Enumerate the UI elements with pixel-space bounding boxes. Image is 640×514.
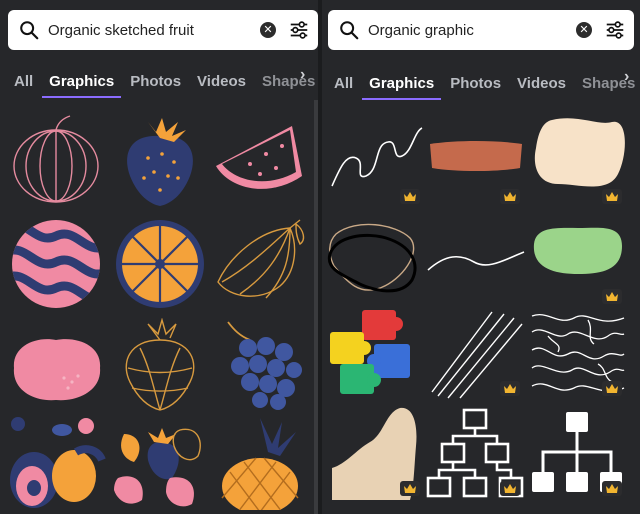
category-tabs: All Graphics Photos Videos Shapes xyxy=(14,64,318,98)
search-input[interactable] xyxy=(48,21,260,39)
premium-crown-icon xyxy=(602,189,622,204)
filter-icon[interactable] xyxy=(604,19,626,41)
orange-slice-graphic xyxy=(116,220,204,308)
wavy-line-graphic xyxy=(427,251,525,271)
graphic-tile[interactable] xyxy=(6,318,106,412)
tab-videos[interactable]: Videos xyxy=(197,73,246,98)
search-input[interactable] xyxy=(368,21,576,39)
onion-sketch-graphic xyxy=(13,115,99,203)
strawberry-graphic xyxy=(127,118,193,206)
premium-crown-icon xyxy=(500,381,520,396)
search-bar[interactable]: ✕ xyxy=(328,10,634,50)
premium-crown-icon xyxy=(602,381,622,396)
graphic-tile[interactable] xyxy=(326,406,426,500)
tab-all[interactable]: All xyxy=(334,75,353,100)
tabs-next-icon[interactable]: › xyxy=(300,66,305,84)
premium-crown-icon xyxy=(400,481,420,496)
category-tabs: All Graphics Photos Videos Shapes xyxy=(334,66,640,100)
puzzle-pieces-graphic xyxy=(330,310,410,394)
graphic-tile[interactable] xyxy=(528,406,628,500)
tabs-next-icon[interactable]: › xyxy=(624,68,629,86)
pomegranate-graphic xyxy=(13,339,101,401)
graphic-tile[interactable] xyxy=(210,416,310,510)
filter-icon[interactable] xyxy=(288,19,310,41)
tab-photos[interactable]: Photos xyxy=(130,73,181,98)
pineapple-graphic xyxy=(221,418,299,510)
graphic-tile[interactable] xyxy=(210,318,310,412)
clear-search-icon[interactable]: ✕ xyxy=(576,22,592,38)
graphic-tile[interactable] xyxy=(528,306,628,400)
tab-graphics[interactable]: Graphics xyxy=(362,75,442,100)
premium-crown-icon xyxy=(602,481,622,496)
graphic-tile[interactable] xyxy=(426,306,526,400)
graphic-tile[interactable] xyxy=(326,214,426,308)
strawberries-group-graphic xyxy=(114,428,201,507)
graphic-tile[interactable] xyxy=(6,114,106,208)
premium-crown-icon xyxy=(602,289,622,304)
pear-sketch-graphic xyxy=(217,219,305,299)
graphics-grid xyxy=(322,110,640,514)
premium-crown-icon xyxy=(400,189,420,204)
tab-graphics[interactable]: Graphics xyxy=(42,73,122,98)
tab-photos[interactable]: Photos xyxy=(450,75,501,100)
graphic-tile[interactable] xyxy=(326,306,426,400)
graphic-tile[interactable] xyxy=(210,216,310,310)
search-icon xyxy=(20,21,39,40)
graphics-grid xyxy=(0,108,318,514)
tab-videos[interactable]: Videos xyxy=(517,75,566,100)
fruit-collage-graphic xyxy=(10,417,106,508)
striped-watermelon-graphic xyxy=(12,220,100,308)
graphic-tile[interactable] xyxy=(326,114,426,208)
grapes-graphic xyxy=(227,321,302,410)
graphic-tile[interactable] xyxy=(110,216,210,310)
search-icon xyxy=(340,21,359,40)
graphic-tile[interactable] xyxy=(210,114,310,208)
graphic-tile[interactable] xyxy=(6,416,106,510)
watermelon-slice-graphic xyxy=(216,126,302,189)
strawberry-sketch-graphic xyxy=(125,318,195,411)
graphic-tile[interactable] xyxy=(6,216,106,310)
right-panel: ✕ All Graphics Photos Videos Shapes › xyxy=(322,0,640,514)
graphic-tile[interactable] xyxy=(426,406,526,500)
graphic-tile[interactable] xyxy=(426,214,526,308)
graphic-tile[interactable] xyxy=(528,214,628,308)
tab-all[interactable]: All xyxy=(14,73,33,98)
outline-blobs-graphic xyxy=(327,223,417,293)
clear-search-icon[interactable]: ✕ xyxy=(260,22,276,38)
graphic-tile[interactable] xyxy=(110,318,210,412)
tab-shapes[interactable]: Shapes xyxy=(262,73,315,98)
search-bar[interactable]: ✕ xyxy=(8,10,318,50)
graphic-tile[interactable] xyxy=(110,114,210,208)
graphic-tile[interactable] xyxy=(426,114,526,208)
graphic-tile[interactable] xyxy=(528,114,628,208)
left-panel: ✕ All Graphics Photos Videos Shapes › xyxy=(0,0,318,514)
graphic-tile[interactable] xyxy=(110,416,210,510)
premium-crown-icon xyxy=(500,189,520,204)
premium-crown-icon xyxy=(500,481,520,496)
